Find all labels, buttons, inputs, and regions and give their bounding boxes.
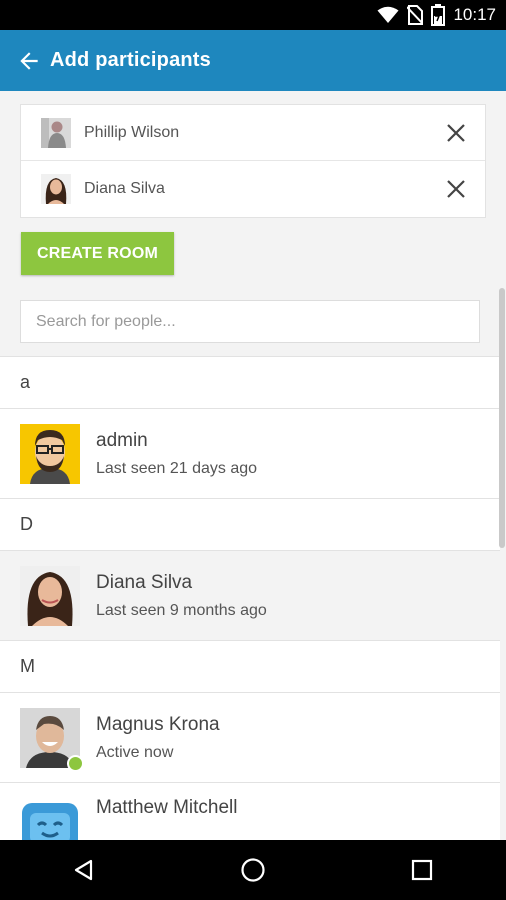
avatar — [20, 565, 80, 626]
status-time: 10:17 — [453, 5, 496, 24]
list-item-magnus-krona[interactable]: Magnus Krona Active now — [0, 692, 500, 782]
wifi-icon — [377, 6, 399, 24]
participant-name: Phillip Wilson — [84, 123, 180, 141]
battery-icon — [431, 4, 446, 26]
contact-list: a admin Last seen 21 days ago D Diana Si… — [0, 356, 500, 872]
selected-participant-diana-silva: Diana Silva — [21, 161, 485, 217]
home-circle-icon[interactable] — [233, 850, 273, 890]
recents-square-icon[interactable] — [402, 850, 442, 890]
contact-name: Diana Silva — [96, 571, 193, 593]
page-title: Add participants — [50, 49, 211, 71]
avatar — [41, 174, 71, 204]
navigation-bar — [0, 840, 506, 900]
status-bar: 10:17 — [0, 0, 506, 30]
search-input[interactable] — [20, 300, 480, 343]
app-bar: Add participants — [0, 30, 506, 91]
close-icon[interactable] — [445, 122, 467, 144]
contact-name: Matthew Mitchell — [96, 797, 238, 818]
selected-participants: Phillip Wilson Diana Silva — [20, 104, 486, 218]
contact-status: Last seen 9 months ago — [96, 601, 267, 619]
arrow-back-icon[interactable] — [16, 48, 42, 74]
list-item-diana-silva[interactable]: Diana Silva Last seen 9 months ago — [0, 550, 500, 640]
no-sim-icon — [407, 5, 424, 25]
back-triangle-icon[interactable] — [64, 850, 104, 890]
section-header: M — [0, 640, 500, 692]
online-status-icon — [67, 754, 84, 772]
section-header: D — [0, 498, 500, 550]
avatar — [20, 423, 80, 484]
close-icon[interactable] — [445, 178, 467, 200]
contact-name: Magnus Krona — [96, 713, 220, 735]
section-header: a — [0, 356, 500, 408]
create-room-button[interactable]: CREATE ROOM — [21, 232, 174, 275]
scrollbar[interactable] — [499, 288, 505, 548]
avatar — [41, 117, 71, 148]
contact-name: admin — [96, 429, 148, 451]
contact-status: Active now — [96, 743, 174, 761]
contact-status: Last seen 21 days ago — [96, 459, 258, 477]
avatar — [20, 707, 84, 772]
list-item-admin[interactable]: admin Last seen 21 days ago — [0, 408, 500, 498]
selected-participant-phillip-wilson: Phillip Wilson — [21, 105, 485, 161]
participant-name: Diana Silva — [84, 180, 165, 197]
